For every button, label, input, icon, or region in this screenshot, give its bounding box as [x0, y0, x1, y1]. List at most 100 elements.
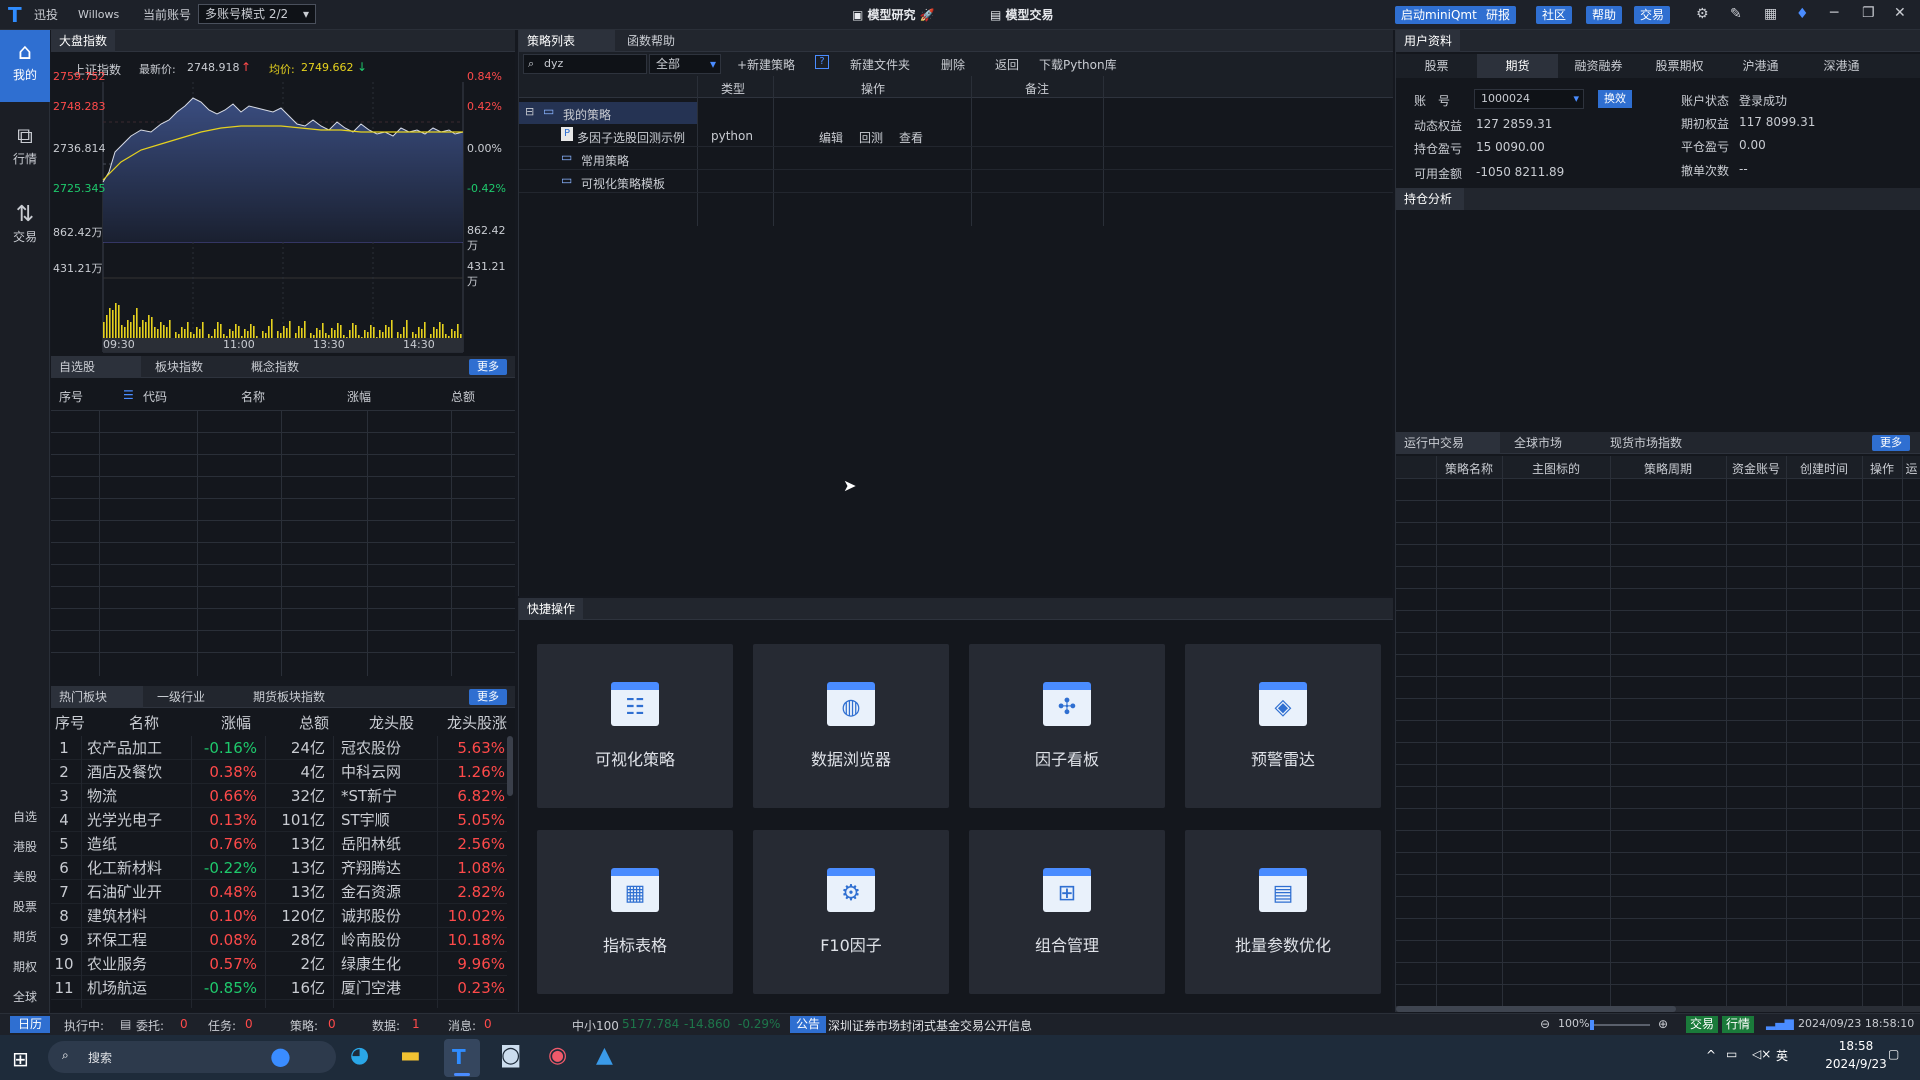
tile-visual-strategy[interactable]: ☷ 可视化策略 — [537, 644, 733, 808]
shirt-icon[interactable]: ♦ — [1796, 6, 1809, 22]
volume-muted-icon[interactable]: ◁× — [1752, 1047, 1771, 1061]
new-folder-button[interactable]: 新建文件夹 — [850, 56, 910, 73]
sector-row[interactable]: 2 酒店及餐饮 0.38% 4亿 中科云网 1.26% — [51, 760, 507, 784]
running-more-button[interactable]: 更多 — [1872, 435, 1910, 451]
community-button[interactable]: 社区 — [1536, 6, 1573, 24]
strategy-search-input[interactable]: ⌕ dyz — [523, 54, 647, 74]
collapse-icon[interactable]: ⊟ — [525, 105, 534, 118]
tray-chevron-icon[interactable]: ^ — [1706, 1048, 1716, 1062]
calendar-button[interactable]: 日历 — [10, 1016, 51, 1033]
tile-indicator-table[interactable]: ▦ 指标表格 — [537, 830, 733, 994]
user-tab[interactable]: 沪港通 — [1720, 54, 1801, 78]
nav-item-market[interactable]: ⧉ 行情 — [0, 124, 50, 184]
running-hscroll[interactable] — [1396, 1006, 1920, 1012]
sector-more-button[interactable]: 更多 — [469, 689, 507, 705]
tree-item-common[interactable]: ▭ 常用策略 — [519, 148, 1393, 170]
sector-row[interactable]: 8 建筑材料 0.10% 120亿 诚邦股份 10.02% — [51, 904, 507, 928]
account-select[interactable]: 1000024 ▾ — [1474, 89, 1584, 109]
tree-root[interactable]: ⊟ ▭ 我的策略 — [519, 102, 697, 124]
camera-app-icon[interactable]: ◉ — [548, 1043, 567, 1068]
taskbar-time[interactable]: 18:58 — [1820, 1039, 1892, 1053]
quote-status[interactable]: 行情 — [1722, 1016, 1755, 1033]
app-icon-two[interactable]: ◙ — [500, 1043, 521, 1068]
watchlist-more-button[interactable]: 更多 — [469, 359, 507, 375]
tab-futures-sector[interactable]: 期货板块指数 — [245, 686, 333, 708]
gear-icon[interactable]: ⚙ — [1696, 6, 1709, 22]
nav-small-watch[interactable]: 自选 — [0, 802, 50, 832]
tab-concept-index[interactable]: 概念指数 — [243, 356, 307, 378]
sector-row[interactable]: 11 机场航运 -0.85% 16亿 厦门空港 0.23% — [51, 976, 507, 1000]
tab-position-analysis[interactable]: 持仓分析 — [1396, 188, 1464, 210]
sector-scrollbar[interactable] — [507, 736, 513, 796]
taskbar-app-xuntou[interactable]: T — [444, 1039, 480, 1077]
strategy-filter-select[interactable]: 全部 ▾ — [649, 54, 721, 74]
network-icon[interactable]: ▭ — [1726, 1047, 1737, 1061]
tab-running-trades[interactable]: 运行中交易 — [1396, 432, 1500, 454]
help-button[interactable]: 帮助 — [1586, 6, 1623, 24]
nav-small-us[interactable]: 美股 — [0, 862, 50, 892]
tab-sector-index[interactable]: 板块指数 — [147, 356, 211, 378]
sector-row[interactable]: 1 农产品加工 -0.16% 24亿 冠农股份 5.63% — [51, 736, 507, 760]
nav-item-mine[interactable]: ⌂ 我的 — [0, 30, 50, 102]
tile-f10-factor[interactable]: ⚙ F10因子 — [753, 830, 949, 994]
tab-model-trade[interactable]: ▤ 模型交易 — [990, 0, 1054, 30]
view-link[interactable]: 查看 — [899, 129, 923, 146]
windows-start-icon[interactable]: ⊞ — [12, 1047, 29, 1071]
zoom-in-icon[interactable]: ⊕ — [1658, 1017, 1668, 1031]
restore-icon[interactable]: ❐ — [1862, 5, 1875, 21]
sector-row[interactable]: 9 环保工程 0.08% 28亿 岭南股份 10.18% — [51, 928, 507, 952]
zoom-slider[interactable] — [1590, 1020, 1650, 1030]
tile-param-optimize[interactable]: ▤ 批量参数优化 — [1185, 830, 1381, 994]
tab-strategy-list[interactable]: 策略列表 — [519, 30, 615, 52]
sector-row[interactable]: 6 化工新材料 -0.22% 13亿 齐翔腾达 1.08% — [51, 856, 507, 880]
tree-item-multifactor[interactable]: P 多因子选股回测示例 python 编辑 回测 查看 — [519, 125, 1393, 147]
sector-row[interactable]: 5 造纸 0.76% 13亿 岳阳林纸 2.56% — [51, 832, 507, 856]
tab-spot-index[interactable]: 现货市场指数 — [1602, 432, 1690, 454]
notice-text[interactable]: 深圳证券市场封闭式基金交易公开信息 — [828, 1017, 1032, 1034]
tab-watchlist[interactable]: 自选股 — [51, 356, 141, 378]
user-tab[interactable]: 深港通 — [1801, 54, 1882, 78]
ime-lang[interactable]: 英 — [1776, 1047, 1788, 1064]
notification-icon[interactable]: ▢ — [1888, 1047, 1899, 1061]
tile-data-browser[interactable]: ◍ 数据浏览器 — [753, 644, 949, 808]
file-explorer-icon[interactable]: ▬ — [400, 1043, 421, 1068]
nav-item-trade[interactable]: ⇅ 交易 — [0, 202, 50, 262]
sector-row[interactable]: 4 光学光电子 0.13% 101亿 ST宇顺 5.05% — [51, 808, 507, 832]
help-question-icon[interactable]: ? — [815, 55, 829, 69]
taskbar-search[interactable]: ⌕ 搜索 ● — [48, 1041, 336, 1073]
zoom-out-icon[interactable]: ⊖ — [1540, 1017, 1550, 1031]
user-tab[interactable]: 股票 — [1396, 54, 1477, 78]
close-icon[interactable]: ✕ — [1894, 5, 1906, 21]
tab-market-index[interactable]: 大盘指数 — [51, 30, 116, 52]
photos-icon[interactable]: ▲ — [596, 1043, 613, 1068]
taskbar-date[interactable]: 2024/9/23 — [1820, 1057, 1892, 1071]
tree-item-visual-template[interactable]: ▭ 可视化策略模板 — [519, 171, 1393, 193]
user-tab[interactable]: 股票期权 — [1639, 54, 1720, 78]
nav-small-options[interactable]: 期权 — [0, 952, 50, 982]
trade-status[interactable]: 交易 — [1686, 1016, 1719, 1033]
tab-hot-sectors[interactable]: 热门板块 — [51, 686, 143, 708]
start-miniqmt-button[interactable]: 启动miniQmt — [1395, 6, 1483, 24]
minimize-icon[interactable]: ─ — [1830, 5, 1838, 21]
user-tab[interactable]: 期货 — [1477, 54, 1558, 78]
nav-small-hk[interactable]: 港股 — [0, 832, 50, 862]
tab-global-market[interactable]: 全球市场 — [1506, 432, 1570, 454]
trade-button[interactable]: 交易 — [1634, 6, 1671, 24]
edit-icon[interactable]: ✎ — [1730, 6, 1742, 22]
back-button[interactable]: 返回 — [995, 56, 1019, 73]
user-tab[interactable]: 融资融券 — [1558, 54, 1639, 78]
nav-small-global[interactable]: 全球 — [0, 982, 50, 1012]
download-python-button[interactable]: 下载Python库 — [1039, 56, 1117, 73]
tab-level1-industry[interactable]: 一级行业 — [149, 686, 213, 708]
edge-icon[interactable]: ◕ — [350, 1043, 369, 1068]
tile-alert-radar[interactable]: ◈ 预警雷达 — [1185, 644, 1381, 808]
tab-function-help[interactable]: 函数帮助 — [619, 30, 683, 52]
account-mode-select[interactable]: 多账号模式 2/2 ▾ — [198, 4, 316, 24]
sector-row[interactable]: 3 物流 0.66% 32亿 *ST新宁 6.82% — [51, 784, 507, 808]
nav-small-futures[interactable]: 期货 — [0, 922, 50, 952]
sort-icon[interactable]: ☰ — [123, 388, 134, 402]
research-report-button[interactable]: 研报 — [1480, 6, 1517, 24]
new-strategy-button[interactable]: +新建策略 — [737, 56, 795, 73]
layout-icon[interactable]: ▦ — [1764, 6, 1777, 22]
tile-factor-board[interactable]: ✣ 因子看板 — [969, 644, 1165, 808]
